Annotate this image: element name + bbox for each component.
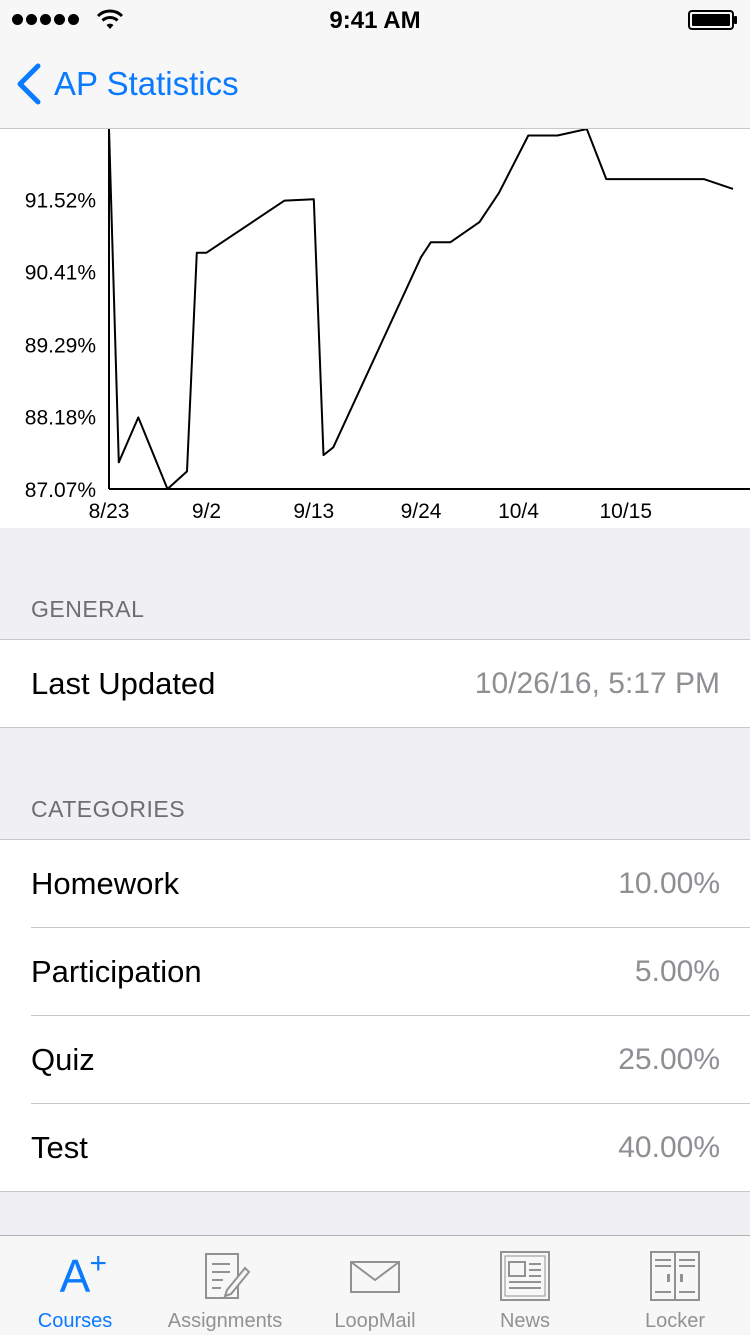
y-tick-label: 91.52%	[25, 189, 96, 212]
x-tick-label: 9/13	[293, 500, 334, 523]
categories-section-header: CATEGORIES	[31, 796, 186, 822]
x-tick-label: 8/23	[89, 500, 130, 523]
category-label: Participation	[31, 954, 202, 989]
y-tick-label: 90.41%	[25, 262, 96, 285]
tab-locker[interactable]: Locker	[600, 1236, 750, 1335]
category-weight: 40.00%	[618, 1131, 720, 1164]
chart-canvas: 87.07% 88.18% 89.29% 90.41% 91.52% 8/23 9/2 9/1…	[25, 129, 750, 523]
tab-bar: A + Courses Assignments LoopMail News Lo…	[0, 1235, 750, 1335]
back-button-label: AP Statistics	[54, 65, 239, 102]
general-section-header: GENERAL	[31, 596, 145, 622]
last-updated-label: Last Updated	[31, 666, 216, 701]
tab-label: LoopMail	[334, 1310, 416, 1332]
tab-label: Assignments	[167, 1310, 283, 1332]
back-button[interactable]: AP Statistics	[14, 60, 239, 108]
battery-icon	[688, 10, 737, 30]
y-tick-label: 88.18%	[25, 407, 96, 430]
tab-news[interactable]: News	[450, 1236, 600, 1335]
grade-history-chart: 87.07% 88.18% 89.29% 90.41% 91.52% 8/23 9/2 9/1…	[0, 129, 750, 528]
assignments-icon	[205, 1253, 251, 1299]
navigation-bar: AP Statistics	[0, 40, 750, 129]
chevron-left-icon	[17, 63, 41, 105]
tab-label: News	[499, 1310, 550, 1332]
x-tick-label: 10/4	[498, 500, 539, 523]
category-row-homework: Homework 10.00%	[0, 840, 750, 927]
a-plus-icon: A +	[59, 1247, 107, 1302]
category-row-quiz: Quiz 25.00%	[31, 1015, 750, 1103]
status-time: 9:41 AM	[329, 7, 421, 34]
tab-courses[interactable]: A + Courses	[0, 1236, 150, 1335]
category-label: Quiz	[31, 1042, 95, 1077]
news-icon	[500, 1251, 550, 1301]
y-tick-label: 87.07%	[25, 479, 96, 502]
y-tick-label: 89.29%	[25, 334, 96, 357]
category-weight: 10.00%	[618, 867, 720, 900]
mail-icon	[350, 1261, 400, 1293]
tab-assignments[interactable]: Assignments	[150, 1236, 300, 1335]
category-label: Test	[31, 1130, 88, 1165]
tab-label: Courses	[37, 1310, 113, 1332]
tab-label: Locker	[644, 1310, 706, 1332]
categories-group: Homework 10.00% Participation 5.00% Quiz…	[0, 839, 750, 1192]
last-updated-value: 10/26/16, 5:17 PM	[474, 667, 720, 700]
category-weight: 5.00%	[634, 955, 720, 988]
category-row-participation: Participation 5.00%	[31, 927, 750, 1015]
general-group: Last Updated 10/26/16, 5:17 PM	[0, 639, 750, 728]
status-bar: 9:41 AM	[0, 0, 750, 40]
category-row-test: Test 40.00%	[31, 1103, 750, 1191]
x-tick-label: 9/24	[401, 500, 442, 523]
grade-series-line	[108, 129, 734, 490]
category-weight: 25.00%	[618, 1043, 720, 1076]
category-label: Homework	[31, 866, 180, 901]
x-tick-label: 10/15	[599, 500, 652, 523]
last-updated-row: Last Updated 10/26/16, 5:17 PM	[0, 640, 750, 727]
locker-icon	[650, 1251, 700, 1301]
tab-loopmail[interactable]: LoopMail	[300, 1236, 450, 1335]
x-tick-label: 9/2	[192, 500, 221, 523]
